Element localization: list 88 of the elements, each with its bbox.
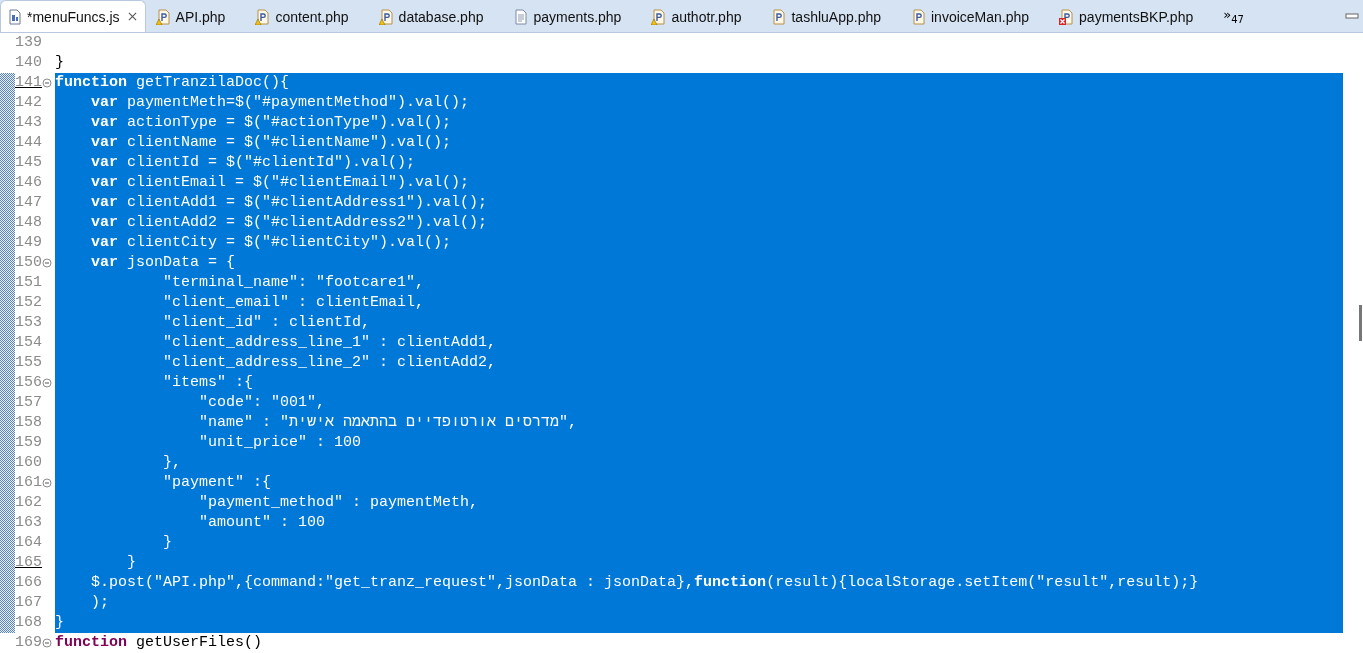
code-text: "unit_price" : 100	[198, 434, 362, 451]
code-text: var clientAdd2 = $("#clientAddress2").val();	[90, 214, 488, 231]
line-number: 169	[15, 633, 42, 653]
code-text: }	[55, 614, 64, 631]
line-number: 152	[15, 293, 42, 313]
code-text: );	[90, 594, 109, 611]
line-number: 166	[15, 573, 42, 593]
line-number: 162	[15, 493, 42, 513]
line-number: 168	[15, 613, 42, 633]
line-number: 165	[15, 553, 42, 573]
code-text: "payment" :{	[162, 474, 272, 491]
line-number: 163	[15, 513, 42, 533]
line-number: 139	[15, 33, 42, 53]
line-number: 147	[15, 193, 42, 213]
code-text: }	[55, 54, 64, 71]
code-text: "client_address_line_2" : clientAdd2,	[162, 354, 497, 371]
editor-tab[interactable]: database.php	[372, 2, 494, 32]
code-text: var clientName = $("#clientName").val();	[90, 134, 452, 151]
code-text: "items" :{	[162, 374, 254, 391]
code-text: function getTranzilaDoc(){	[55, 74, 290, 91]
editor-tab[interactable]: authotr.php	[645, 2, 752, 32]
line-number: 144	[15, 133, 42, 153]
editor-tab[interactable]: API.php	[149, 2, 236, 32]
code-text: "terminal_name": "footcare1",	[162, 274, 425, 291]
editor-tab[interactable]: tashluApp.php	[765, 2, 891, 32]
line-number: 164	[15, 533, 42, 553]
code-text: }	[162, 534, 173, 551]
code-text: var paymentMeth=$("#paymentMethod").val();	[90, 94, 470, 111]
line-number: 167	[15, 593, 42, 613]
line-number: 150	[15, 253, 42, 273]
code-text: }	[126, 554, 136, 571]
code-text: var clientCity = $("#clientCity").val();	[90, 234, 452, 251]
editor-tab[interactable]: invoiceMan.php	[905, 2, 1040, 32]
code-text: function getUserFiles()	[55, 634, 263, 651]
code-text: var jsonData = {	[90, 254, 236, 271]
script-file-icon	[7, 8, 23, 25]
more-tabs-button[interactable]: »$_{47}$	[1223, 7, 1244, 25]
line-number: 157	[15, 393, 42, 413]
line-number: 146	[15, 173, 42, 193]
code-text: "code": "001",	[198, 394, 326, 411]
code-text: "client_email" : clientEmail,	[162, 294, 425, 311]
line-number: 159	[15, 433, 42, 453]
collapse-icon[interactable]	[42, 258, 52, 268]
collapse-icon[interactable]	[42, 78, 52, 88]
code-text: var clientEmail = $("#clientEmail").val();	[90, 174, 470, 191]
code-text: var clientAdd1 = $("#clientAddress1").val();	[90, 194, 488, 211]
file-warning-icon	[155, 9, 172, 25]
code-text: "name" : "מדרסים אורטופדיים בהתאמה אישית",	[198, 414, 578, 431]
file-warning-icon	[651, 9, 668, 25]
line-number: 145	[15, 153, 42, 173]
line-number: 140	[15, 53, 42, 73]
line-number: 156	[15, 373, 42, 393]
file-error-icon	[1059, 9, 1076, 25]
code-text: },	[162, 454, 182, 471]
line-number: 143	[15, 113, 42, 133]
collapse-icon[interactable]	[42, 478, 52, 488]
code-text: "client_id" : clientId,	[162, 314, 371, 331]
editor-tab[interactable]: *menuFuncs.js	[0, 0, 146, 32]
collapse-icon[interactable]	[42, 638, 52, 648]
close-icon[interactable]	[127, 12, 137, 21]
editor-tab[interactable]: payments.php	[507, 2, 632, 32]
scrollbar-thumb[interactable]	[1359, 305, 1362, 341]
line-number: 154	[15, 333, 42, 353]
collapse-icon[interactable]	[42, 378, 52, 388]
p-file-icon	[911, 9, 927, 25]
code-text: "amount" : 100	[198, 514, 326, 531]
line-number: 161	[15, 473, 42, 493]
file-warning-icon	[378, 9, 395, 25]
p-file-icon	[771, 9, 788, 25]
editor-tab[interactable]: content.php	[249, 2, 359, 32]
line-number: 141	[15, 73, 42, 93]
line-number: 149	[15, 233, 42, 253]
editor-tab[interactable]: paymentsBKP.php	[1053, 2, 1204, 32]
line-number: 158	[15, 413, 42, 433]
file-warning-icon	[255, 9, 272, 25]
code-text: "payment_method" : paymentMeth,	[198, 494, 479, 511]
code-text: "client_address_line_1" : clientAdd1,	[162, 334, 497, 351]
code-text: var clientId = $("#clientId").val();	[90, 154, 416, 171]
line-number: 153	[15, 313, 42, 333]
line-number: 148	[15, 213, 42, 233]
line-number: 151	[15, 273, 42, 293]
minimize-icon[interactable]	[1345, 12, 1359, 20]
document-icon	[513, 9, 530, 25]
line-number: 155	[15, 353, 42, 373]
code-text: $.post("API.php",{command:"get_tranz_request",jsonData : jsonData},function(result){localStorage.setItem("result",result);}	[90, 574, 1199, 591]
line-number: 142	[15, 93, 42, 113]
line-number: 160	[15, 453, 42, 473]
code-text: var actionType = $("#actionType").val();	[90, 114, 452, 131]
